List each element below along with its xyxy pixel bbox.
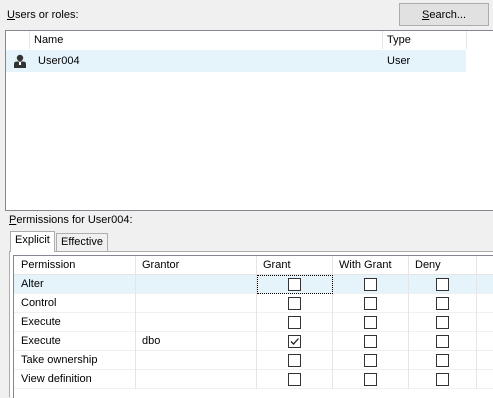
grant-checkbox-cell bbox=[257, 294, 333, 313]
deny-checkbox[interactable] bbox=[436, 373, 449, 386]
grantor-cell: dbo bbox=[136, 332, 257, 351]
with-grant-checkbox[interactable] bbox=[364, 335, 377, 348]
tab-explicit[interactable]: Explicit bbox=[10, 231, 55, 252]
users-list-icon-column[interactable] bbox=[6, 31, 30, 49]
tab-effective[interactable]: Effective bbox=[56, 233, 108, 252]
grant-header[interactable]: Grant bbox=[257, 256, 333, 275]
with-grant-checkbox[interactable] bbox=[364, 297, 377, 310]
deny-checkbox-cell bbox=[409, 332, 477, 351]
user-name-cell: User004 bbox=[38, 55, 80, 67]
permission-cell: Take ownership bbox=[14, 351, 136, 370]
grant-checkbox[interactable] bbox=[288, 335, 301, 348]
deny-checkbox-cell bbox=[409, 351, 477, 370]
permission-cell: View definition bbox=[14, 370, 136, 389]
user-icon bbox=[12, 54, 28, 68]
with-grant-checkbox-cell bbox=[333, 294, 409, 313]
grantor-cell bbox=[136, 370, 257, 389]
search-button[interactable]: Search... bbox=[399, 3, 489, 26]
with-grant-checkbox[interactable] bbox=[364, 316, 377, 329]
grant-checkbox[interactable] bbox=[288, 354, 301, 367]
grant-checkbox-cell bbox=[257, 332, 333, 351]
deny-checkbox-cell bbox=[409, 275, 477, 294]
permission-row[interactable]: Take ownership bbox=[14, 351, 493, 370]
permissions-grid[interactable]: Permission Grantor Grant With Grant Deny… bbox=[13, 255, 493, 398]
with-grant-checkbox[interactable] bbox=[364, 354, 377, 367]
with-grant-checkbox[interactable] bbox=[364, 278, 377, 291]
users-list[interactable]: Name Type User004 User bbox=[5, 30, 493, 211]
user-type-cell: User bbox=[387, 55, 411, 67]
with-grant-checkbox-cell bbox=[333, 275, 409, 294]
grant-checkbox-cell bbox=[257, 351, 333, 370]
permission-cell: Alter bbox=[14, 275, 136, 294]
permissions-for-label: Permissions for User004: bbox=[9, 214, 133, 226]
grant-checkbox[interactable] bbox=[288, 316, 301, 329]
permission-cell: Execute bbox=[14, 332, 136, 351]
with-grant-checkbox-cell bbox=[333, 313, 409, 332]
grantor-cell bbox=[136, 294, 257, 313]
permission-row[interactable]: Execute bbox=[14, 313, 493, 332]
permission-row[interactable]: Control bbox=[14, 294, 493, 313]
with-grant-checkbox-cell bbox=[333, 332, 409, 351]
users-list-name-header[interactable]: Name bbox=[30, 31, 383, 49]
checkmark-icon bbox=[289, 336, 300, 347]
deny-checkbox-cell bbox=[409, 313, 477, 332]
grant-checkbox[interactable] bbox=[288, 297, 301, 310]
users-list-type-header[interactable]: Type bbox=[383, 31, 467, 49]
grant-checkbox-cell bbox=[257, 313, 333, 332]
grantor-header[interactable]: Grantor bbox=[136, 256, 257, 275]
deny-checkbox[interactable] bbox=[436, 316, 449, 329]
permission-cell: Control bbox=[14, 294, 136, 313]
grant-checkbox[interactable] bbox=[288, 278, 301, 291]
users-list-header: Name Type bbox=[6, 31, 493, 49]
with-grant-checkbox-cell bbox=[333, 370, 409, 389]
deny-checkbox[interactable] bbox=[436, 354, 449, 367]
grantor-cell bbox=[136, 351, 257, 370]
permission-row[interactable]: Execute dbo bbox=[14, 332, 493, 351]
with-grant-header[interactable]: With Grant bbox=[333, 256, 409, 275]
deny-checkbox-cell bbox=[409, 294, 477, 313]
permission-row[interactable]: Alter bbox=[14, 275, 493, 294]
permission-cell: Execute bbox=[14, 313, 136, 332]
grantor-cell bbox=[136, 275, 257, 294]
deny-checkbox[interactable] bbox=[436, 297, 449, 310]
deny-checkbox[interactable] bbox=[436, 278, 449, 291]
users-or-roles-label: Users or roles: bbox=[7, 9, 79, 21]
deny-checkbox-cell bbox=[409, 370, 477, 389]
permission-header[interactable]: Permission bbox=[14, 256, 136, 275]
with-grant-checkbox[interactable] bbox=[364, 373, 377, 386]
with-grant-checkbox-cell bbox=[333, 351, 409, 370]
grant-checkbox-cell bbox=[257, 275, 333, 294]
grid-header: Permission Grantor Grant With Grant Deny bbox=[14, 256, 493, 275]
grant-checkbox[interactable] bbox=[288, 373, 301, 386]
users-list-row[interactable]: User004 User bbox=[6, 50, 466, 72]
grant-checkbox-cell bbox=[257, 370, 333, 389]
grantor-cell bbox=[136, 313, 257, 332]
permission-row[interactable]: View definition bbox=[14, 370, 493, 389]
deny-checkbox[interactable] bbox=[436, 335, 449, 348]
permissions-panel: Permission Grantor Grant With Grant Deny… bbox=[9, 251, 493, 398]
deny-header[interactable]: Deny bbox=[409, 256, 477, 275]
